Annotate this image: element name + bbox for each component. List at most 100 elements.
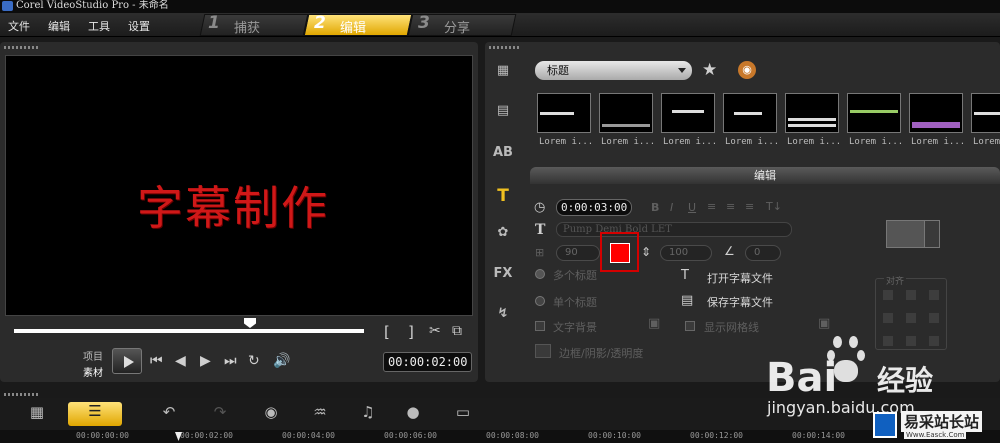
align-top-left-icon[interactable] [883,290,893,300]
align-top-right-icon[interactable] [929,290,939,300]
title-thumbnail[interactable] [723,93,777,133]
site-name-text: 易采站长站 [901,411,983,432]
go-to-start-icon[interactable]: ⏮ [150,353,163,369]
thumbnail-label: Lorem i... [663,137,717,147]
text-color-swatch[interactable] [610,243,630,263]
ruler-tick-label: 00:00:06:00 [384,431,437,440]
align-bottom-center-icon[interactable] [906,336,916,346]
align-middle-left-icon[interactable] [883,313,893,323]
title-thumbnail[interactable] [971,93,1000,133]
clock-icon: ◷ [534,200,546,215]
title-thumbnail[interactable] [847,93,901,133]
go-to-end-icon[interactable]: ⏭ [224,353,237,369]
grid-settings-icon[interactable]: ▣ [818,316,830,331]
workflow-steps: 1 捕获 2 编辑 3 分享 [199,13,1000,36]
thumbnail-label: Lorem i... [601,137,655,147]
multi-title-radio[interactable] [535,269,545,279]
text-background-label: 文字背景 [553,321,597,334]
save-subtitle-button[interactable]: 保存字幕文件 [707,294,773,310]
chevron-down-icon [678,68,686,73]
mode-project-label[interactable]: 项目 [83,348,103,363]
undo-icon[interactable]: ↶ [156,403,182,423]
fx-filter-icon[interactable]: FX [492,266,514,284]
timeline-grip[interactable] [4,393,40,396]
step-edit-label: 编辑 [340,21,367,36]
align-bottom-right-icon[interactable] [929,336,939,346]
font-icon: T [535,222,546,238]
track-manager-icon[interactable]: ● [400,403,426,423]
chapter-point-icon[interactable]: ▭ [450,403,476,423]
title-thumbnail[interactable] [537,93,591,133]
storyboard-view-icon[interactable]: ▦ [24,403,50,423]
ruler-tick-label: 00:00:14:00 [792,431,845,440]
cut-clip-icon[interactable]: ✂ [429,323,441,339]
record-capture-icon[interactable]: ◉ [258,403,284,423]
preview-timecode[interactable]: 00:00:02:00 [383,352,473,372]
text-background-settings-icon[interactable]: ▣ [648,316,660,331]
menu-tools[interactable]: 工具 [88,18,110,34]
vertical-text-icon[interactable]: T↓ [766,200,782,213]
graphic-icon[interactable]: ✿ [492,225,514,243]
font-select[interactable]: Pump Demi Bold LET [556,222,792,237]
border-shadow-transparency-button[interactable]: 边框/阴影/透明度 [559,345,643,361]
previous-frame-icon[interactable]: ◀ [175,353,186,369]
next-frame-icon[interactable]: ▶ [200,353,211,369]
title-thumbnail[interactable] [785,93,839,133]
single-title-label: 单个标题 [553,296,597,309]
menu-settings[interactable]: 设置 [128,18,150,34]
align-center-icon[interactable]: ≡ [726,200,735,213]
trim-mark-in-icon[interactable]: [ [384,323,390,341]
library-panel-grip[interactable] [489,46,519,49]
align-bottom-left-icon[interactable] [883,336,893,346]
bold-button[interactable]: B [651,201,659,214]
show-grid-checkbox[interactable] [685,321,695,331]
align-top-center-icon[interactable] [906,290,916,300]
add-to-library-icon[interactable]: ★ [702,60,717,80]
duration-field[interactable]: 0:00:03:00 [556,199,633,216]
tab-edit-options[interactable]: 编辑 [530,167,1000,184]
line-spacing-icon: ⇕ [641,245,652,259]
scrub-bar[interactable] [14,329,364,333]
enlarge-preview-icon[interactable]: ⧉ [452,323,462,339]
align-left-icon[interactable]: ≡ [707,200,716,213]
align-middle-right-icon[interactable] [929,313,939,323]
background-color-select[interactable] [886,220,940,248]
title-thumbnail[interactable] [599,93,653,133]
title-thumbnail[interactable] [909,93,963,133]
text-background-checkbox[interactable] [535,321,545,331]
align-center-icon[interactable] [906,313,916,323]
preview-caption-text[interactable]: 字幕制作 [137,172,329,238]
menu-file[interactable]: 文件 [8,18,30,34]
trim-mark-out-icon[interactable]: ] [408,323,414,341]
italic-button[interactable]: I [670,201,673,214]
menu-edit[interactable]: 编辑 [48,18,70,34]
motion-path-icon[interactable]: ↯ [492,306,514,324]
volume-icon[interactable]: 🔊 [273,353,290,369]
mode-clip-label[interactable]: 素材 [83,364,103,379]
preview-panel-grip[interactable] [4,46,40,49]
open-subtitle-button[interactable]: 打开字幕文件 [707,270,773,286]
transition-library-icon[interactable]: ▤ [492,103,514,121]
media-library-icon[interactable]: ▦ [492,63,514,81]
timeline-view-button[interactable]: ☰ [68,402,122,426]
thumbnail-label: Lorem i... [725,137,779,147]
angle-field[interactable]: 0 [745,245,781,261]
line-spacing-field[interactable]: 100 [660,245,712,261]
library-category-dropdown[interactable]: 标题 [535,61,692,80]
title-ab-icon[interactable]: AB [492,145,514,163]
single-title-radio[interactable] [535,296,545,306]
audio-mixer-icon[interactable]: ♒ [307,403,333,423]
auto-music-icon[interactable]: ♫ [355,403,381,423]
library-manager-icon[interactable]: ◉ [738,61,756,79]
border-shadow-icon[interactable] [535,344,551,358]
redo-icon[interactable]: ↷ [207,403,233,423]
step-share-label: 分享 [444,21,471,36]
repeat-icon[interactable]: ↻ [248,353,260,369]
align-right-icon[interactable]: ≡ [745,200,754,213]
title-thumbnail[interactable] [661,93,715,133]
font-size-field[interactable]: 90 [556,245,600,261]
ruler-tick-label: 00:00:02:00 [180,431,233,440]
underline-button[interactable]: U [688,201,696,214]
play-button[interactable] [112,348,142,374]
title-text-icon[interactable]: T [492,186,514,206]
